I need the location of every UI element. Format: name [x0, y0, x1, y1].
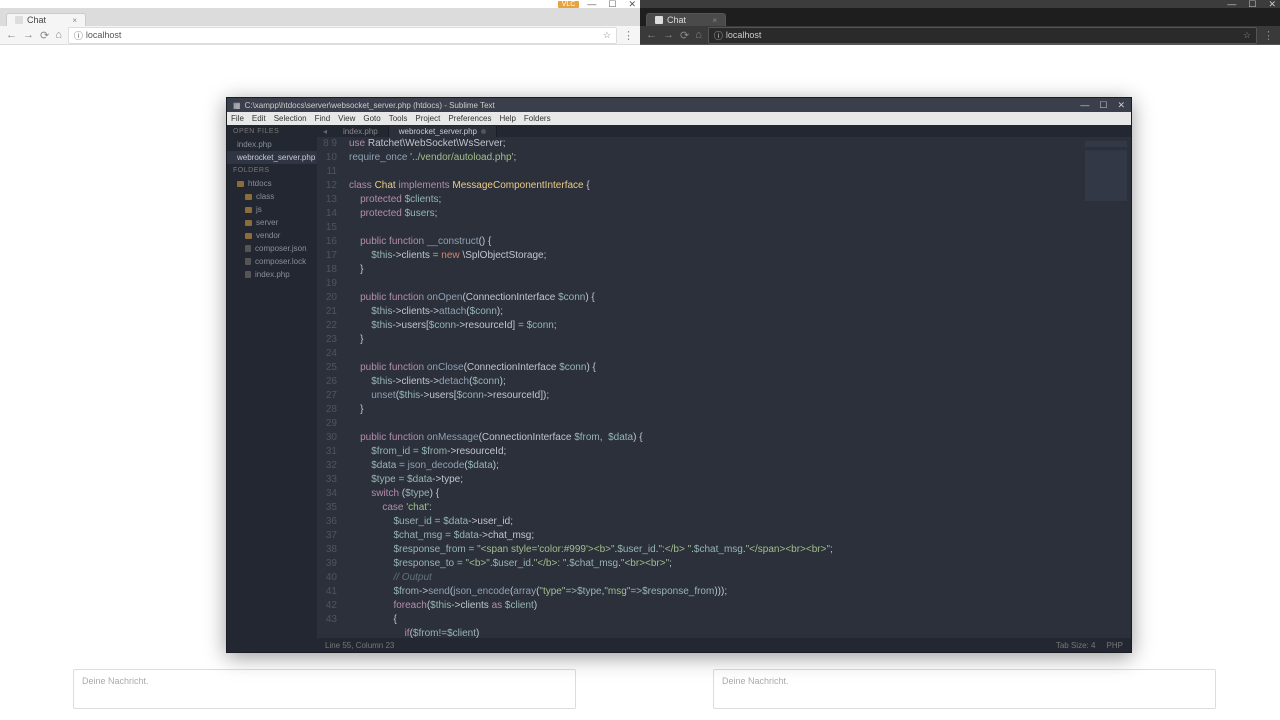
menu-file[interactable]: File	[231, 114, 244, 123]
folder-icon	[245, 220, 252, 226]
menu-view[interactable]: View	[338, 114, 355, 123]
statusbar: Line 55, Column 23 Tab Size: 4 PHP	[317, 638, 1131, 652]
tabstrip: Chat ×	[0, 8, 640, 26]
tree-item[interactable]: class	[227, 190, 317, 203]
browser-tab[interactable]: Chat ×	[6, 13, 86, 26]
menu-icon[interactable]: ⋮	[1263, 29, 1274, 42]
file-icon	[245, 245, 251, 252]
back-icon[interactable]: ←	[646, 29, 657, 41]
menu-tools[interactable]: Tools	[389, 114, 408, 123]
reload-icon[interactable]: ⟳	[40, 29, 49, 42]
code-tabs: ◂ index.phpwebrocket_server.php	[317, 125, 1131, 137]
menu-edit[interactable]: Edit	[252, 114, 266, 123]
code-tab[interactable]: webrocket_server.php	[389, 126, 497, 137]
code-tab[interactable]: index.php	[333, 126, 389, 137]
modified-dot-icon	[481, 129, 486, 134]
file-icon	[245, 271, 251, 278]
menu-goto[interactable]: Goto	[363, 114, 380, 123]
close-icon[interactable]: ✕	[1117, 100, 1125, 111]
folder-root[interactable]: htdocs	[227, 177, 317, 190]
minimize-icon[interactable]: —	[1080, 100, 1089, 111]
url-input[interactable]: ⓘ localhost ☆	[68, 27, 617, 44]
maximize-icon[interactable]: ☐	[1099, 100, 1107, 111]
editor-titlebar: ▦ C:\xampp\htdocs\server\websocket_serve…	[227, 98, 1131, 112]
editor-title-text: C:\xampp\htdocs\server\websocket_server.…	[245, 101, 495, 110]
tab-nav-icon[interactable]: ◂	[317, 127, 333, 136]
bookmark-icon[interactable]: ☆	[1243, 30, 1251, 41]
placeholder: Deine Nachricht.	[82, 676, 149, 686]
menu-icon[interactable]: ⋮	[623, 29, 634, 42]
tree-item[interactable]: js	[227, 203, 317, 216]
line-gutter: 8 9 10 11 12 13 14 15 16 17 18 19 20 21 …	[317, 137, 343, 638]
badge: VLC	[558, 1, 580, 8]
titlebar: — ☐ ✕	[640, 0, 1280, 8]
reload-icon[interactable]: ⟳	[680, 29, 689, 42]
address-bar: ← → ⟳ ⌂ ⓘ localhost ☆ ⋮	[640, 26, 1280, 45]
url-text: localhost	[86, 30, 122, 40]
folders-header: FOLDERS	[227, 164, 317, 177]
menu-selection[interactable]: Selection	[274, 114, 307, 123]
folder-icon	[245, 194, 252, 200]
url-text: localhost	[726, 30, 762, 40]
back-icon[interactable]: ←	[6, 29, 17, 41]
menu-preferences[interactable]: Preferences	[448, 114, 491, 123]
message-input[interactable]: Deine Nachricht.	[73, 669, 576, 709]
code-lines[interactable]: use Ratchet\WebSocket\WsServer;require_o…	[343, 137, 1081, 638]
menu-help[interactable]: Help	[499, 114, 515, 123]
sidebar: OPEN FILES index.phpwebrocket_server.php…	[227, 125, 317, 652]
placeholder: Deine Nachricht.	[722, 676, 789, 686]
message-input[interactable]: Deine Nachricht.	[713, 669, 1216, 709]
info-icon: ⓘ	[714, 29, 723, 42]
tab-title: Chat	[667, 15, 686, 25]
open-file[interactable]: index.php	[227, 138, 317, 151]
file-icon	[245, 258, 251, 265]
home-icon[interactable]: ⌂	[695, 29, 702, 41]
tab-close-icon[interactable]: ×	[712, 16, 717, 25]
folder-icon	[245, 207, 252, 213]
menu-find[interactable]: Find	[315, 114, 331, 123]
favicon-icon	[15, 16, 23, 24]
tree-item[interactable]: vendor	[227, 229, 317, 242]
open-file[interactable]: webrocket_server.php	[227, 151, 317, 164]
forward-icon[interactable]: →	[23, 29, 34, 41]
menu-project[interactable]: Project	[415, 114, 440, 123]
tree-item[interactable]: composer.json	[227, 242, 317, 255]
cursor-position: Line 55, Column 23	[325, 641, 394, 650]
sublime-editor: ▦ C:\xampp\htdocs\server\websocket_serve…	[226, 97, 1132, 653]
tab-title: Chat	[27, 15, 46, 25]
tabstrip: Chat ×	[640, 8, 1280, 26]
bookmark-icon[interactable]: ☆	[603, 30, 611, 41]
titlebar: VLC — ☐ ✕	[0, 0, 640, 8]
forward-icon[interactable]: →	[663, 29, 674, 41]
home-icon[interactable]: ⌂	[55, 29, 62, 41]
tab-close-icon[interactable]: ×	[72, 16, 77, 25]
address-bar: ← → ⟳ ⌂ ⓘ localhost ☆ ⋮	[0, 26, 640, 45]
tree-item[interactable]: index.php	[227, 268, 317, 281]
code-editor[interactable]: 8 9 10 11 12 13 14 15 16 17 18 19 20 21 …	[317, 137, 1131, 638]
syntax-lang[interactable]: PHP	[1107, 641, 1123, 650]
folder-icon	[245, 233, 252, 239]
menubar: File Edit Selection Find View Goto Tools Projec…	[227, 112, 1131, 125]
favicon-icon	[655, 16, 663, 24]
folder-icon	[237, 181, 244, 187]
info-icon: ⓘ	[74, 29, 83, 42]
browser-tab[interactable]: Chat ×	[646, 13, 726, 26]
url-input[interactable]: ⓘ localhost ☆	[708, 27, 1257, 44]
minimap[interactable]	[1081, 137, 1131, 638]
open-files-header: OPEN FILES	[227, 125, 317, 138]
tree-item[interactable]: composer.lock	[227, 255, 317, 268]
tree-item[interactable]: server	[227, 216, 317, 229]
tab-size[interactable]: Tab Size: 4	[1056, 641, 1096, 650]
menu-folders[interactable]: Folders	[524, 114, 551, 123]
